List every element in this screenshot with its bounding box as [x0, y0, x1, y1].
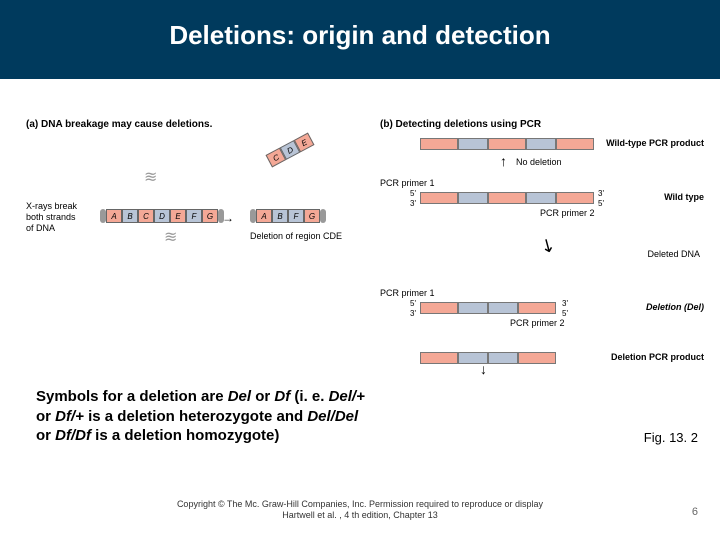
del-template-row: PCR primer 1 5' 3' 3' 5' Deletion (Del) … — [380, 288, 700, 332]
primer1-label: PCR primer 1 — [380, 178, 435, 188]
end-3: 3' — [410, 310, 416, 318]
seg: A — [256, 209, 272, 223]
symbols-paragraph: Symbols for a deletion are Del or Df (i.… — [36, 387, 366, 446]
end-5: 5' — [410, 190, 416, 198]
barseg — [518, 302, 556, 314]
t: Del/Del — [307, 408, 358, 425]
end-3r: 3' — [598, 190, 604, 198]
t: Df/Df — [55, 427, 91, 444]
chromosome-deleted: A B F G — [250, 209, 326, 223]
panel-a-label: (a) DNA breakage may cause deletions. — [26, 119, 356, 130]
del-product-row: Deletion PCR product — [380, 352, 700, 372]
t: or — [251, 388, 274, 405]
wt-product-bar — [420, 138, 594, 150]
barseg — [458, 192, 488, 204]
t: or — [36, 408, 55, 425]
barseg — [488, 138, 526, 150]
arrow-up-icon: ↑ — [500, 153, 507, 169]
chromosome-full: A B C D E F G — [100, 209, 224, 223]
barseg — [420, 352, 458, 364]
primer1-label: PCR primer 1 — [380, 288, 435, 298]
deletion-label: Deletion (Del) — [646, 302, 704, 312]
end-5r: 5' — [598, 200, 604, 208]
deletion-label-text: Deletion (Del) — [646, 302, 704, 312]
panel-b: (b) Detecting deletions using PCR Wild-t… — [380, 119, 700, 382]
end-3r: 3' — [562, 300, 568, 308]
title-bar: Deletions: origin and detection — [0, 0, 720, 79]
no-deletion-label: No deletion — [516, 157, 562, 167]
barseg — [420, 192, 458, 204]
deleted-dna-label: Deleted DNA — [647, 249, 700, 259]
t: (i. e. — [290, 388, 328, 405]
seg: G — [304, 209, 320, 223]
page-title: Deletions: origin and detection — [0, 20, 720, 51]
barseg — [458, 302, 488, 314]
seg: F — [186, 209, 202, 223]
barseg — [526, 138, 556, 150]
barseg — [488, 352, 518, 364]
xray-caption: X-rays break both strands of DNA — [26, 201, 77, 233]
copyright-text: Copyright © The Mc. Graw-Hill Companies,… — [110, 499, 610, 522]
wt-product-row: Wild-type PCR product — [380, 138, 700, 158]
barseg — [420, 302, 458, 314]
barseg — [556, 192, 594, 204]
t: Del/+ — [329, 388, 365, 405]
barseg — [458, 138, 488, 150]
figure-reference: Fig. 13. 2 — [644, 430, 698, 445]
primer2-label: PCR primer 2 — [510, 318, 565, 328]
barseg — [518, 352, 556, 364]
floating-deleted-segment: C D E — [266, 133, 315, 168]
seg: D — [154, 209, 170, 223]
barseg — [488, 302, 518, 314]
seg: E — [170, 209, 186, 223]
seg: B — [122, 209, 138, 223]
wt-template-row: PCR primer 1 5' 3' 3' 5' Wild type PCR p… — [380, 178, 700, 222]
panel-a: (a) DNA breakage may cause deletions. X-… — [26, 119, 356, 138]
end-5: 5' — [410, 300, 416, 308]
seg: G — [202, 209, 218, 223]
t: Symbols for a deletion are — [36, 388, 228, 405]
page-number: 6 — [692, 506, 698, 518]
t: is a deletion homozygote) — [91, 427, 279, 444]
seg: A — [106, 209, 122, 223]
panel-b-label: (b) Detecting deletions using PCR — [380, 119, 700, 130]
wt-template-bar — [420, 192, 594, 204]
primer2-label: PCR primer 2 — [540, 208, 595, 218]
barseg — [458, 352, 488, 364]
del-template-bar — [420, 302, 556, 314]
break-zigzag-bot: ≋ — [164, 227, 177, 247]
arrow-right-icon: → — [222, 211, 234, 225]
end-5r: 5' — [562, 310, 568, 318]
wt-product-label: Wild-type PCR product — [606, 138, 704, 148]
wild-type-label: Wild type — [664, 192, 704, 202]
content-area: (a) DNA breakage may cause deletions. X-… — [0, 79, 720, 479]
telomere — [320, 209, 326, 223]
t: is a deletion heterozygote and — [84, 408, 307, 425]
barseg — [526, 192, 556, 204]
barseg — [556, 138, 594, 150]
deletion-caption: Deletion of region CDE — [250, 231, 342, 241]
t: Del — [228, 388, 251, 405]
barseg — [420, 138, 458, 150]
seg: C — [138, 209, 154, 223]
t: Df/+ — [55, 408, 84, 425]
t: Df — [274, 388, 290, 405]
seg: B — [272, 209, 288, 223]
barseg — [488, 192, 526, 204]
del-product-bar — [420, 352, 556, 364]
del-product-label: Deletion PCR product — [611, 352, 704, 362]
t: or — [36, 427, 55, 444]
curved-arrow-icon: ↘ — [536, 233, 560, 259]
break-zigzag-top: ≋ — [144, 167, 157, 187]
seg: F — [288, 209, 304, 223]
end-3: 3' — [410, 200, 416, 208]
